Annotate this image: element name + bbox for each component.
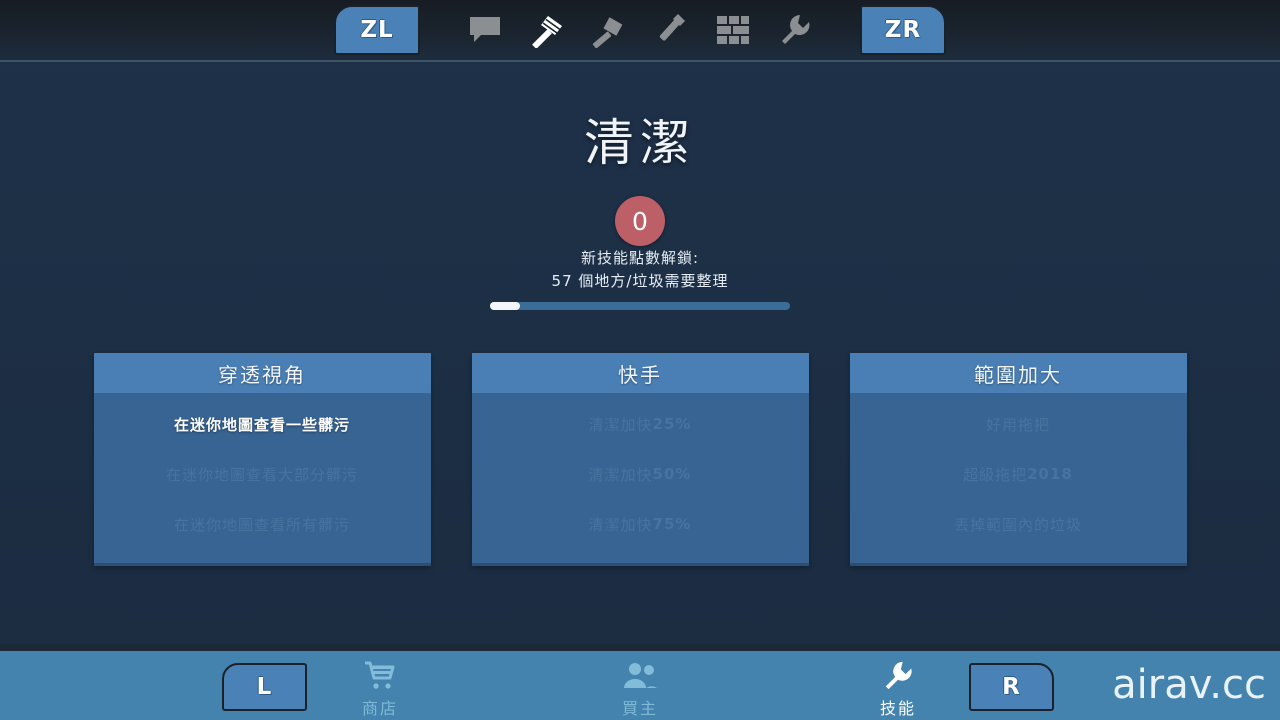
nav-item-skills[interactable]: 技能: [838, 659, 958, 719]
unlock-progress-fill: [490, 302, 520, 310]
skill-row-value: 75%: [652, 515, 692, 533]
skill-card-list: 穿透視角 在迷你地圖查看一些髒污 在迷你地圖查看大部分髒污 在迷你地圖查看所有髒污 快手…: [0, 353, 1280, 566]
hammer-icon[interactable]: [578, 2, 640, 58]
skill-row[interactable]: 在迷你地圖查看一些髒污: [94, 399, 431, 449]
shopping-cart-icon: [364, 659, 396, 693]
skill-row[interactable]: 清潔加快 50%: [472, 449, 809, 499]
skill-row-label: 丟掉範圍內的垃圾: [953, 515, 1082, 534]
skill-row[interactable]: 好用拖把: [850, 399, 1187, 449]
nav-label-shop: 商店: [361, 699, 398, 718]
skill-card[interactable]: 穿透視角 在迷你地圖查看一些髒污 在迷你地圖查看大部分髒污 在迷你地圖查看所有髒污: [93, 353, 431, 566]
skill-row[interactable]: 在迷你地圖查看所有髒污: [94, 499, 431, 549]
page-title: 清潔: [584, 114, 696, 172]
skill-card-body: 在迷你地圖查看一些髒污 在迷你地圖查看大部分髒污 在迷你地圖查看所有髒污: [94, 393, 431, 563]
skill-card-title: 範圍加大: [849, 353, 1187, 393]
skill-points-badge: 0: [615, 196, 665, 246]
skill-row-value: 50%: [652, 465, 692, 483]
squeegee-icon[interactable]: [516, 2, 578, 58]
skill-card[interactable]: 快手 清潔加快 25% 清潔加快 50% 清潔加快 75%: [471, 353, 809, 566]
top-toolbar: ZL ZR: [0, 0, 1280, 62]
skill-card-body: 好用拖把超級拖把 2018 丟掉範圍內的垃圾: [850, 393, 1187, 563]
buyers-people-icon: [622, 659, 658, 693]
skill-row-label: 好用拖把: [985, 415, 1050, 434]
skill-row[interactable]: 在迷你地圖查看大部分髒污: [94, 449, 431, 499]
skill-card-body: 清潔加快 25% 清潔加快 50% 清潔加快 75%: [472, 393, 809, 563]
speech-bubble-icon[interactable]: [454, 2, 516, 58]
l-bumper-button[interactable]: L: [222, 663, 307, 711]
zl-shoulder-button[interactable]: ZL: [334, 5, 420, 55]
bottom-navigation-bar: L 商店 買主 技能 R airav.cc: [0, 651, 1280, 720]
site-watermark: airav.cc: [1112, 662, 1266, 708]
game-skill-screen: ZL ZR 清潔 0 新技能點數解鎖: 57 個地方/垃圾需要整理 穿透視角 在…: [0, 0, 1280, 720]
skill-row-label: 清潔加快: [588, 515, 653, 534]
wrench-icon[interactable]: [764, 2, 826, 58]
skill-row-value: 25%: [652, 415, 692, 433]
unlock-label: 新技能點數解鎖:: [580, 249, 700, 267]
skill-card-title: 穿透視角: [93, 353, 431, 393]
skill-card-title: 快手: [471, 353, 809, 393]
nav-label-buyers: 買主: [621, 699, 658, 718]
nav-label-skills: 技能: [879, 699, 916, 718]
unlock-requirement: 57 個地方/垃圾需要整理: [551, 272, 729, 290]
skill-row-label: 清潔加快: [588, 415, 653, 434]
skill-row-label: 超級拖把: [963, 465, 1028, 484]
skill-row-label: 在迷你地圖查看大部分髒污: [165, 465, 358, 484]
skill-row[interactable]: 清潔加快 25%: [472, 399, 809, 449]
skill-row[interactable]: 丟掉範圍內的垃圾: [850, 499, 1187, 549]
nav-item-shop[interactable]: 商店: [320, 659, 440, 719]
paintbrush-icon[interactable]: [640, 2, 702, 58]
brick-wall-icon[interactable]: [702, 2, 764, 58]
skill-card[interactable]: 範圍加大好用拖把超級拖把 2018 丟掉範圍內的垃圾: [849, 353, 1187, 566]
wrench-icon: [882, 659, 914, 693]
skill-row-label: 清潔加快: [588, 465, 653, 484]
nav-item-buyers[interactable]: 買主: [580, 659, 700, 719]
zr-shoulder-button[interactable]: ZR: [860, 5, 946, 55]
skill-row-label: 在迷你地圖查看所有髒污: [173, 515, 350, 534]
skill-row-value: 2018: [1027, 465, 1073, 483]
skill-row[interactable]: 超級拖把 2018: [850, 449, 1187, 499]
unlock-progress-bar: [490, 302, 790, 310]
bottom-divider: [0, 644, 1280, 651]
skill-row-label: 在迷你地圖查看一些髒污: [173, 415, 350, 434]
r-bumper-button[interactable]: R: [969, 663, 1054, 711]
skill-row[interactable]: 清潔加快 75%: [472, 499, 809, 549]
